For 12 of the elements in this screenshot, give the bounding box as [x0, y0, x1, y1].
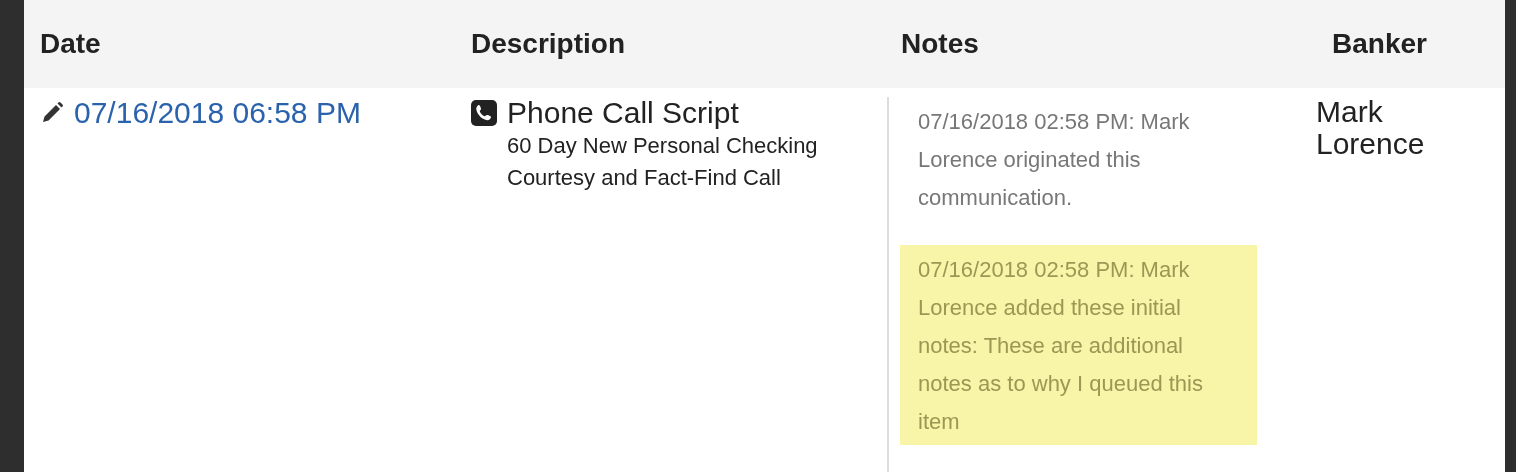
description-text: 60 Day New Personal Checking Courtesy and Fact-Find Call — [507, 132, 819, 192]
note-text: 07/16/2018 02:58 PM: Mark Lorence originated this communication. — [917, 108, 1191, 212]
highlighted-note: 07/16/2018 02:58 PM: Mark Lorence added these initial notes: These are additional notes as to why I queued this item — [900, 245, 1257, 445]
date-link[interactable]: 07/16/2018 06:58 PM — [74, 96, 361, 130]
column-header: Banker — [1331, 28, 1428, 60]
phone-icon — [471, 100, 497, 126]
column-header: Date — [39, 28, 102, 60]
banker-name: Mark Lorence — [1316, 94, 1426, 162]
column-header: Notes — [900, 28, 980, 60]
pencil-icon[interactable] — [40, 101, 64, 125]
communication-type: Phone Call Script — [507, 96, 739, 130]
column-header: Description — [470, 28, 627, 60]
